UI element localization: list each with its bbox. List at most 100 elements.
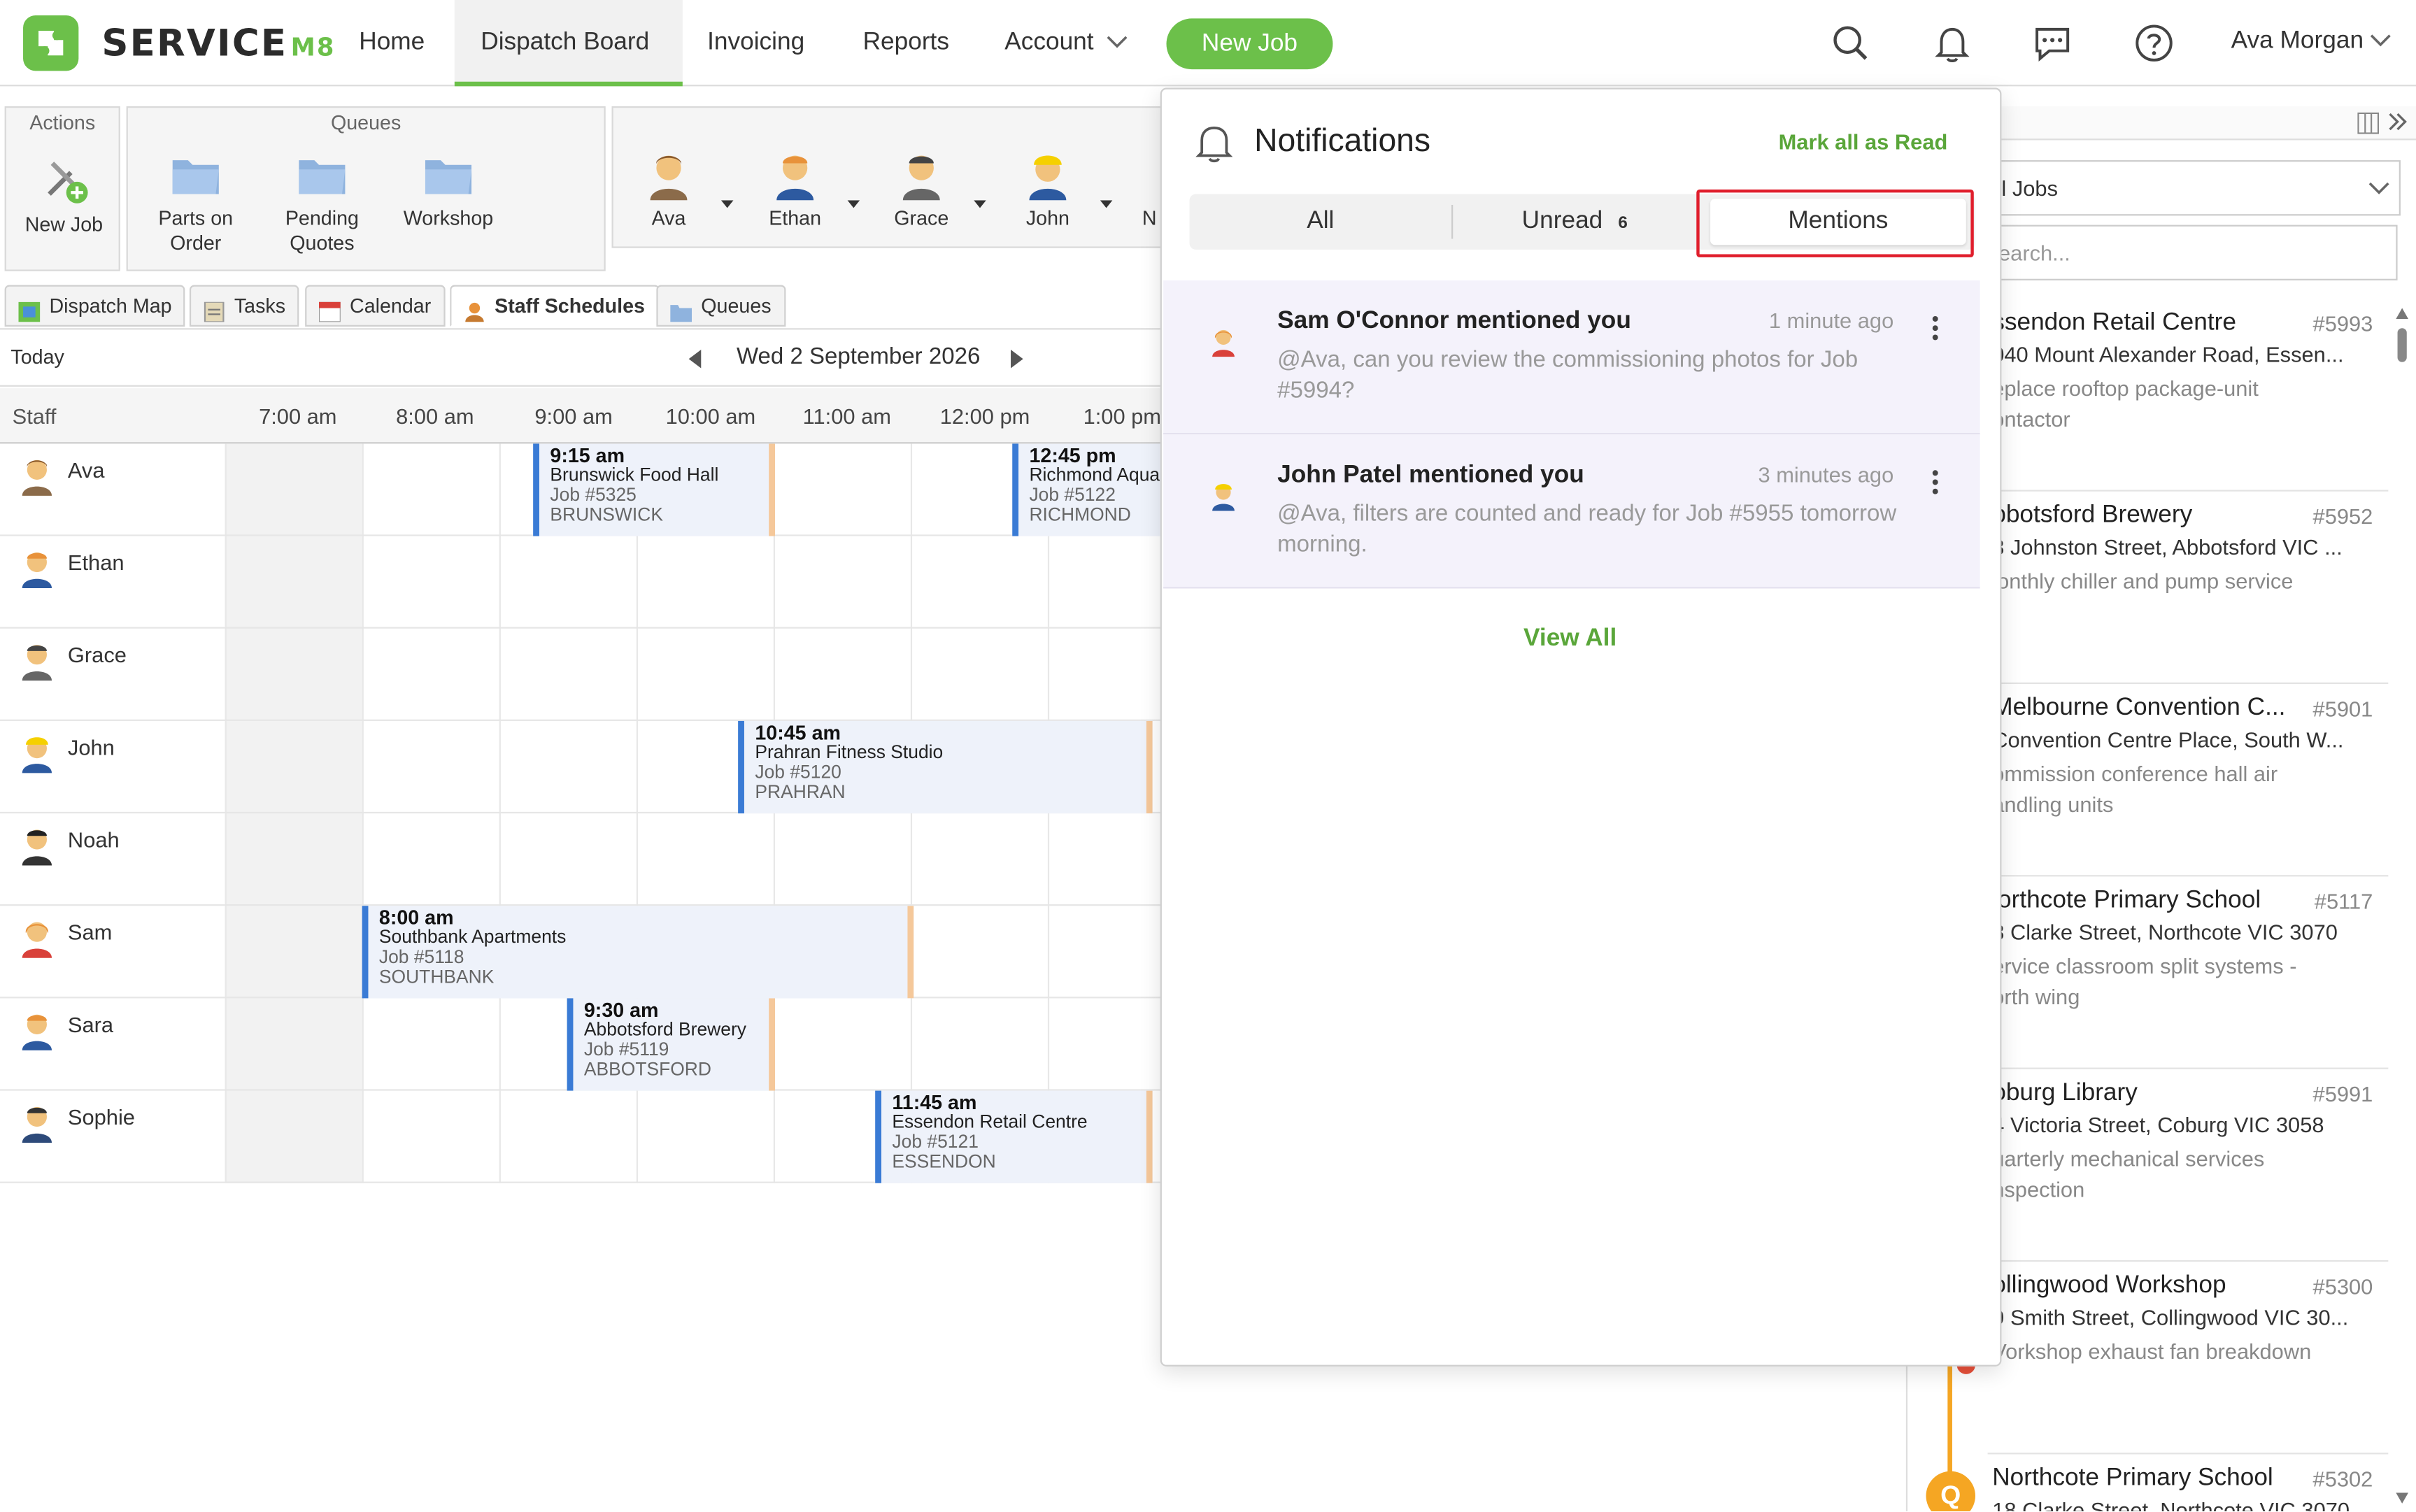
job-card[interactable]: lorthcote Primary School #5117 8 Clarke … (1987, 876, 2389, 1069)
folder-icon (425, 160, 472, 194)
view-all-link[interactable]: View All (1162, 625, 1978, 653)
job-resize-handle[interactable] (1146, 1090, 1153, 1183)
mark-all-read-link[interactable]: Mark all as Read (1779, 129, 1948, 154)
job-card[interactable]: oburg Library #5991 4 Victoria Street, C… (1987, 1069, 2389, 1262)
job-client: Prahran Fitness Studio (755, 741, 944, 763)
job-block[interactable]: 12:45 pm Richmond Aqua Job #5122 RICHMON… (1012, 443, 1164, 536)
more-options-icon[interactable] (1931, 469, 1940, 497)
notification-body: @Ava, filters are counted and ready for … (1277, 500, 1897, 558)
job-block[interactable]: 11:45 am Essendon Retail Centre Job #512… (875, 1090, 1153, 1183)
job-suburb: SOUTHBANK (378, 966, 495, 987)
tab-staff-schedules[interactable]: Staff Schedules (450, 285, 659, 327)
pending-quotes-queue[interactable]: Pending Quotes (267, 151, 378, 256)
workshop-queue[interactable]: Workshop (393, 151, 504, 231)
job-filter-select[interactable]: l Jobs (1987, 160, 2401, 216)
job-card-client: ollingwood Workshop (1992, 1272, 2226, 1299)
staff-name: N (1142, 206, 1157, 230)
job-number: Job #5118 (378, 946, 464, 968)
bell-icon[interactable] (1931, 22, 1974, 65)
tab-tasks[interactable]: Tasks (189, 285, 299, 327)
job-card-number: #5302 (2312, 1467, 2373, 1492)
job-card-client: bbotsford Brewery (1992, 502, 2193, 529)
job-card[interactable]: ssendon Retail Centre #5993 040 Mount Al… (1987, 299, 2389, 492)
next-day-icon[interactable] (1009, 348, 1025, 376)
nav-account[interactable]: Account (1004, 0, 1143, 86)
tab-unread[interactable]: Unread 6 (1451, 194, 1698, 250)
staff-ava[interactable]: Ava (632, 151, 706, 231)
columns-icon[interactable] (2357, 112, 2380, 142)
notification-item[interactable]: John Patel mentioned you 3 minutes ago @… (1163, 434, 1980, 589)
caret-down-icon[interactable] (974, 188, 986, 216)
job-card-description: eplace rooftop package-unit ontactor (1992, 376, 2259, 432)
notification-title: Sam O'Connor mentioned you (1277, 308, 1631, 335)
collapse-panel-icon[interactable] (2387, 111, 2408, 141)
job-card-number: #5901 (2312, 696, 2373, 721)
job-number: Job #5325 (550, 483, 637, 506)
job-client: Richmond Aqua (1029, 464, 1160, 485)
today-button[interactable]: Today (10, 345, 64, 368)
staff-avatar-icon (902, 155, 940, 201)
search-icon[interactable] (1829, 22, 1873, 65)
staff-avatar-icon (18, 545, 55, 599)
nav-reports[interactable]: Reports (863, 0, 971, 86)
chat-icon[interactable] (2031, 22, 2074, 65)
job-search-input[interactable]: earch... (1987, 224, 2398, 280)
john-avatar-icon (1209, 478, 1237, 522)
user-menu[interactable]: Ava Morgan (2231, 28, 2392, 56)
new-job-button[interactable]: New Job (1166, 18, 1333, 70)
more-options-icon[interactable] (1931, 314, 1940, 342)
nav-home[interactable]: Home (359, 0, 439, 86)
quotes-label-line1: Pending (285, 206, 359, 230)
staff-noah-partial[interactable]: N (1137, 151, 1162, 231)
job-card[interactable]: ollingwood Workshop #5300 9 Smith Street… (1987, 1262, 2389, 1455)
tab-calendar[interactable]: Calendar (305, 285, 446, 327)
nav-invoicing[interactable]: Invoicing (707, 0, 830, 86)
job-resize-handle[interactable] (769, 998, 776, 1091)
tab-all[interactable]: All (1190, 194, 1451, 250)
job-block[interactable]: 8:00 am Southbank Apartments Job #5118 S… (362, 906, 914, 999)
toolbar-new-job-button[interactable]: New Job (6, 151, 122, 237)
previous-day-icon[interactable] (687, 348, 702, 376)
job-card-address: 8 Clarke Street, Northcote VIC 3070 (1992, 920, 2338, 945)
timeline-connector (1947, 1355, 1952, 1479)
staff-john[interactable]: John (1011, 151, 1085, 231)
job-resize-handle[interactable] (769, 443, 776, 536)
nav-dispatch-board[interactable]: Dispatch Board (454, 0, 683, 87)
job-card-description: Vorkshop exhaust fan breakdown (1992, 1339, 2312, 1364)
tab-dispatch-map[interactable]: Dispatch Map (4, 285, 186, 327)
job-block[interactable]: 9:30 am Abbotsford Brewery Job #5119 ABB… (567, 998, 776, 1091)
job-number: Job #5122 (1029, 483, 1116, 506)
job-list-scrollbar[interactable] (2393, 301, 2411, 1511)
caret-down-icon[interactable] (847, 188, 860, 216)
tab-queues[interactable]: Queues (656, 285, 786, 327)
job-card[interactable]: bbotsford Brewery #5952 8 Johnston Stree… (1987, 492, 2389, 685)
job-card-client: Melbourne Convention C... (1992, 694, 2286, 721)
job-resize-handle[interactable] (907, 906, 914, 999)
job-time: 10:45 am (755, 720, 841, 744)
staff-ethan[interactable]: Ethan (758, 151, 832, 231)
job-resize-handle[interactable] (1146, 720, 1153, 814)
help-icon[interactable] (2133, 22, 2176, 65)
staff-grace[interactable]: Grace (884, 151, 958, 231)
job-block[interactable]: 9:15 am Brunswick Food Hall Job #5325 BR… (533, 443, 776, 536)
staff-name: John (67, 734, 115, 759)
job-card-description: ommission conference hall air andling un… (1992, 761, 2278, 817)
notification-item[interactable]: Sam O'Connor mentioned you 1 minute ago … (1163, 280, 1980, 435)
staff-avatar-icon (18, 453, 55, 507)
date-navigation-bar: Today Wed 2 September 2026 (0, 328, 1164, 387)
staff-group: Ava Ethan Grace John N (611, 106, 1167, 248)
staff-avatar-icon (18, 730, 55, 784)
job-card[interactable]: Northcote Primary School #5302 18 Clarke… (1988, 1454, 2389, 1511)
staff-name: Noah (67, 827, 120, 853)
job-time: 9:15 am (550, 443, 625, 467)
job-card[interactable]: Melbourne Convention C... #5901 Conventi… (1987, 684, 2389, 877)
folder-icon (670, 296, 692, 322)
parts-on-order-queue[interactable]: Parts on Order (140, 151, 251, 256)
caret-down-icon[interactable] (720, 188, 734, 216)
job-block[interactable]: 10:45 am Prahran Fitness Studio Job #512… (738, 720, 1153, 814)
job-suburb: BRUNSWICK (550, 504, 663, 526)
job-time: 9:30 am (583, 998, 659, 1022)
notification-title: John Patel mentioned you (1277, 462, 1584, 489)
caret-down-icon[interactable] (1100, 188, 1113, 216)
tab-label: Dispatch Map (49, 294, 172, 318)
